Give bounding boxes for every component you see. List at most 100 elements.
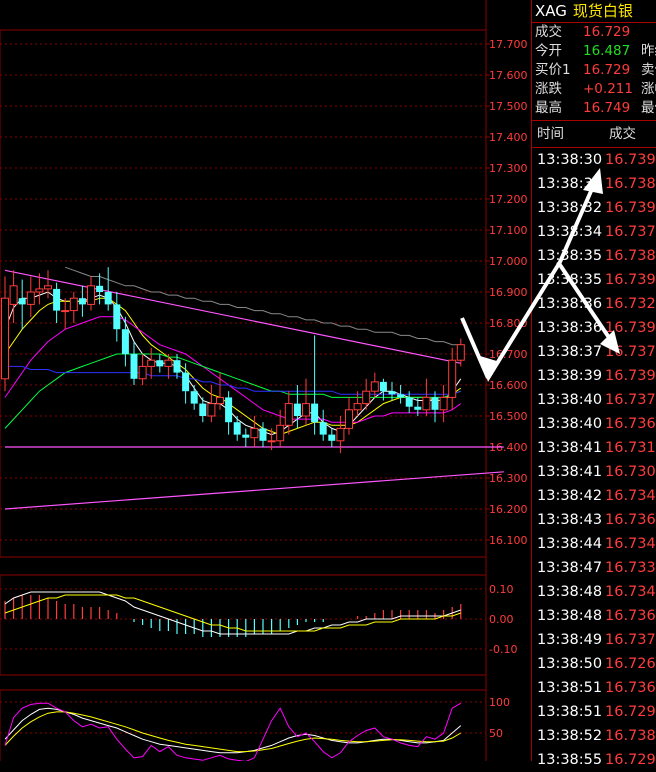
quote-label-2: 昨结 bbox=[641, 43, 656, 59]
macd-tick-label: 0.10 bbox=[489, 583, 514, 596]
candle-body-down bbox=[190, 391, 198, 404]
tick-time: 13:38:40 bbox=[537, 392, 603, 408]
quote-row-bid: 买价1 16.729 卖价1 bbox=[532, 61, 656, 80]
candle-body-up bbox=[370, 381, 379, 392]
candle-body-up bbox=[422, 396, 431, 411]
tick-time: 13:38:30 bbox=[537, 152, 603, 168]
kdj-line bbox=[4, 707, 462, 754]
candle-body-up bbox=[302, 403, 310, 417]
tick-time: 13:38:44 bbox=[537, 536, 603, 552]
tick-price: 16.739 bbox=[605, 200, 656, 216]
symbol-header: XAG 现货白银 bbox=[532, 0, 656, 23]
tick-price: 16.734 bbox=[605, 584, 656, 600]
quote-label: 买价1 bbox=[535, 62, 571, 78]
tick-row: 13:38:49 16.737 bbox=[532, 628, 656, 652]
tick-row: 13:38:52 16.738 bbox=[532, 724, 656, 748]
tick-price: 16.726 bbox=[605, 656, 656, 672]
tick-price: 16.739 bbox=[605, 368, 656, 384]
candle-body-up bbox=[207, 403, 216, 417]
candle-body-up bbox=[267, 440, 276, 443]
quote-side-panel: XAG 现货白银 成交 16.729 今开 16.487 昨结 买价1 16.729 卖价1… bbox=[531, 0, 656, 768]
price-tick-label: 17.400 bbox=[489, 131, 528, 144]
price-tick-label: 17.200 bbox=[489, 193, 528, 206]
kdj-line bbox=[4, 711, 462, 753]
tick-time: 13:38:35 bbox=[537, 248, 603, 264]
price-tick-label: 16.600 bbox=[489, 379, 528, 392]
tick-price: 16.736 bbox=[605, 680, 656, 696]
tick-time: 13:38:32 bbox=[537, 200, 603, 216]
candle-body-up bbox=[69, 297, 78, 312]
tick-time: 13:38:47 bbox=[537, 560, 603, 576]
candle-body-up bbox=[448, 359, 457, 398]
tick-time: 13:38:37 bbox=[537, 344, 603, 360]
tick-list[interactable]: 13:38:30 16.739 13:38:31 16.738 13:38:32 16.7… bbox=[532, 148, 656, 772]
tick-row: 13:38:35 16.739 bbox=[532, 268, 656, 292]
candle-body-up bbox=[44, 285, 52, 290]
tick-price: 16.734 bbox=[605, 488, 656, 504]
candle-body-up bbox=[456, 344, 465, 361]
candle-body-down bbox=[431, 397, 439, 410]
price-tick-label: 17.700 bbox=[489, 38, 528, 51]
candle-body-down bbox=[173, 360, 181, 373]
tick-price: 16.739 bbox=[605, 320, 656, 336]
candle-body-down bbox=[225, 397, 233, 423]
candle-body-down bbox=[379, 381, 387, 392]
price-tick-label: 16.300 bbox=[489, 472, 528, 485]
main-panel-frame bbox=[0, 29, 487, 558]
candle-body-up bbox=[164, 359, 173, 367]
candle-body-up bbox=[284, 403, 293, 426]
candle-body-down bbox=[113, 304, 121, 330]
candle-body-down bbox=[242, 434, 250, 438]
tick-time: 13:38:31 bbox=[537, 176, 603, 192]
tick-row: 13:38:47 16.733 bbox=[532, 556, 656, 580]
quote-value: +0.211 bbox=[583, 81, 633, 97]
candle-body-down bbox=[293, 403, 301, 416]
tick-price: 16.737 bbox=[605, 632, 656, 648]
quote-label: 涨跌 bbox=[535, 81, 562, 97]
candle-body-down bbox=[319, 422, 327, 435]
tick-time: 13:38:50 bbox=[537, 656, 603, 672]
tick-row: 13:38:32 16.739 bbox=[532, 196, 656, 220]
candle-body-down bbox=[130, 354, 138, 379]
candle-body-down bbox=[78, 298, 86, 305]
kdj-tick-label: 50 bbox=[489, 727, 503, 740]
tick-row: 13:38:37 16.737 bbox=[532, 340, 656, 364]
tick-price: 16.738 bbox=[605, 728, 656, 744]
quote-summary: 成交 16.729 今开 16.487 昨结 买价1 16.729 卖价1 涨跌 +0.21… bbox=[532, 23, 656, 121]
tick-row: 13:38:40 16.737 bbox=[532, 388, 656, 412]
macd-panel-frame bbox=[0, 574, 487, 676]
tick-price: 16.734 bbox=[605, 536, 656, 552]
quote-value: 16.729 bbox=[583, 62, 631, 78]
candle-body-up bbox=[216, 396, 224, 405]
tick-time: 13:38:41 bbox=[537, 464, 603, 480]
candle-body-up bbox=[1, 297, 9, 380]
candle-body-down bbox=[311, 403, 319, 423]
tick-time: 13:38:48 bbox=[537, 584, 603, 600]
tick-row: 13:38:31 16.738 bbox=[532, 172, 656, 196]
candle-body-up bbox=[26, 291, 35, 305]
kdj-panel-frame bbox=[0, 689, 487, 761]
trend-line bbox=[4, 471, 504, 510]
candle-body-down bbox=[397, 394, 405, 398]
quote-row-high: 最高 16.749 最低 bbox=[532, 99, 656, 118]
tick-row: 13:38:35 16.738 bbox=[532, 244, 656, 268]
ticks-header-time: 时间 bbox=[537, 126, 564, 142]
kline-chart[interactable]: 17.700 17.600 17.500 17.400 17.300 17.200 17.1… bbox=[0, 0, 530, 761]
tick-price: 16.737 bbox=[605, 224, 656, 240]
ticks-header-price: 成交 bbox=[609, 126, 636, 142]
quote-value: 16.749 bbox=[583, 100, 631, 116]
symbol-name: 现货白银 bbox=[572, 2, 633, 20]
quote-value: 16.729 bbox=[583, 24, 631, 40]
quote-label-2: 涨幅 bbox=[641, 81, 656, 97]
price-tick-label: 16.100 bbox=[489, 534, 528, 547]
tick-row: 13:38:55 16.729 bbox=[532, 748, 656, 772]
tick-price: 16.738 bbox=[605, 176, 656, 192]
quote-label-2: 最低 bbox=[641, 100, 656, 116]
candle-body-down bbox=[405, 397, 413, 407]
candle-body-down bbox=[53, 288, 61, 311]
tick-time: 13:38:43 bbox=[537, 512, 603, 528]
tick-row: 13:38:39 16.739 bbox=[532, 364, 656, 388]
quote-row-open: 今开 16.487 昨结 bbox=[532, 42, 656, 61]
kline-chart-area[interactable]: 17.700 17.600 17.500 17.400 17.300 17.200 17.1… bbox=[0, 0, 530, 761]
candle-body-down bbox=[259, 428, 267, 441]
